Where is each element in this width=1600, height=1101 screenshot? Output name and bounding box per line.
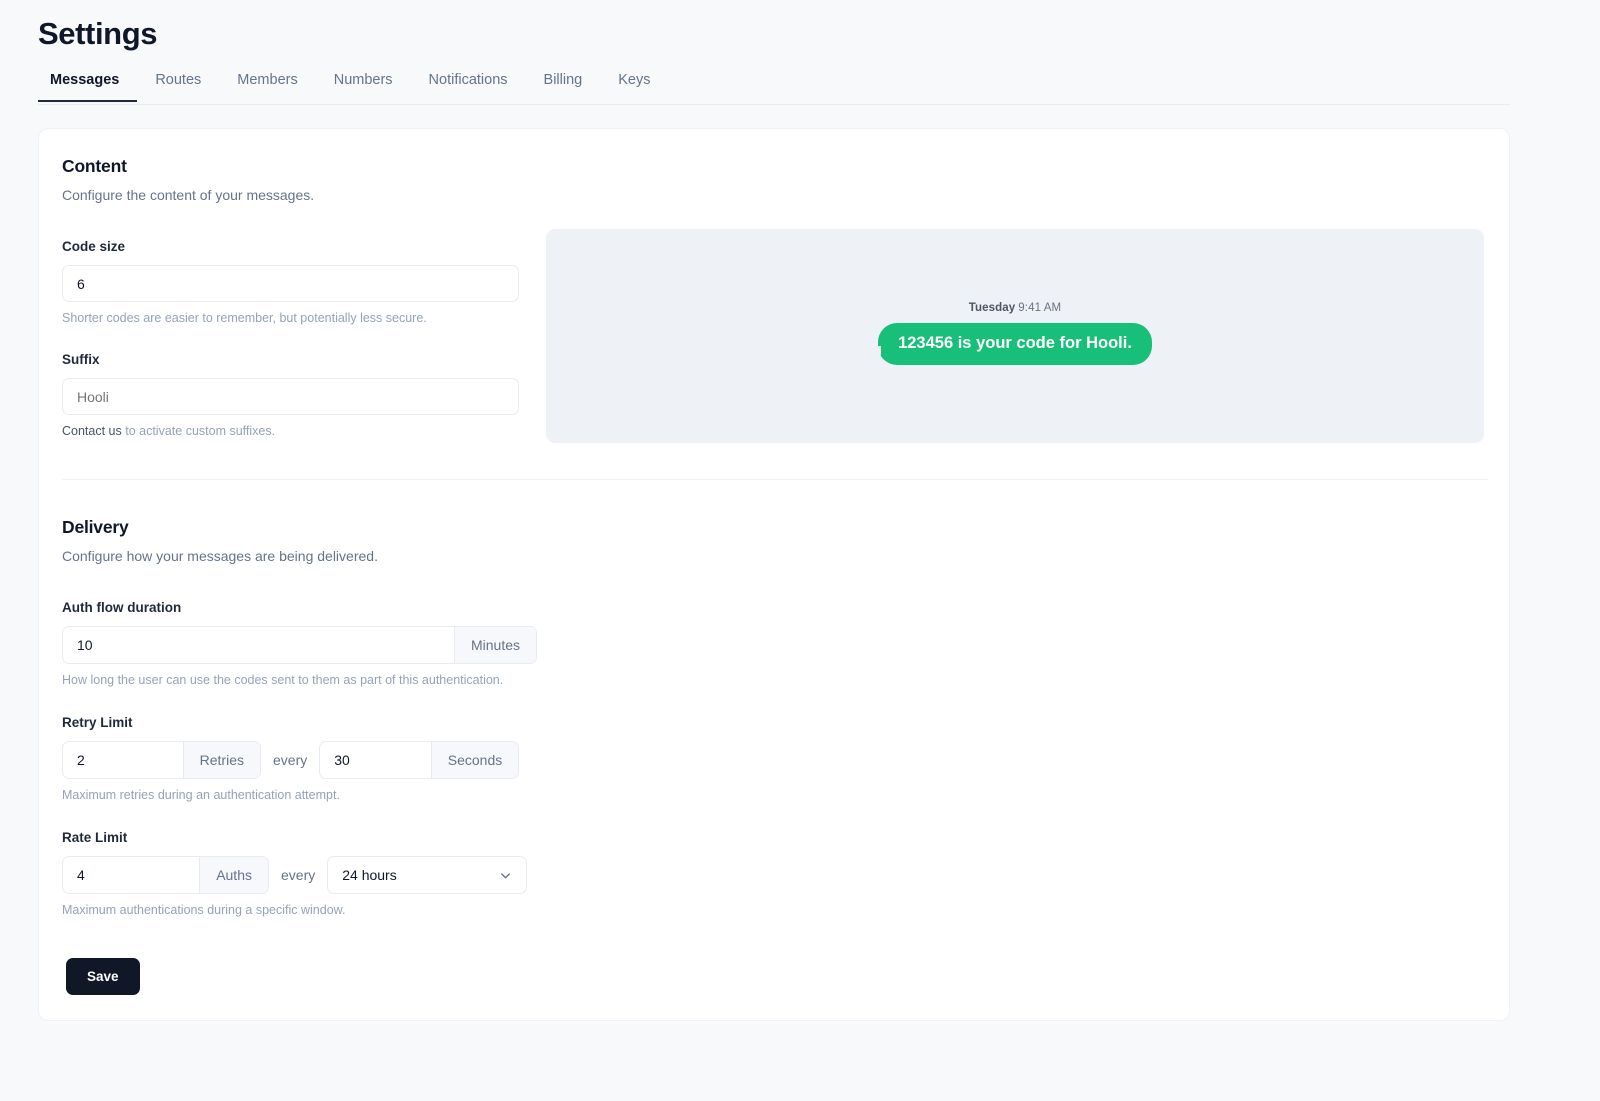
message-timestamp: Tuesday 9:41 AM xyxy=(969,302,1061,314)
message-bubble: 123456 is your code for Hooli. xyxy=(871,323,1152,365)
save-button[interactable]: Save xyxy=(66,958,140,995)
rate-limit-label: Rate Limit xyxy=(62,830,128,845)
rate-limit-field: Rate Limit Auths every 24 hours xyxy=(62,830,537,917)
settings-page: Settings Messages Routes Members Numbers… xyxy=(0,0,1600,1101)
contact-us-link[interactable]: Contact us xyxy=(62,424,122,438)
tab-routes[interactable]: Routes xyxy=(137,72,219,101)
retry-window-input[interactable] xyxy=(320,742,431,778)
code-size-help: Shorter codes are easier to remember, bu… xyxy=(62,311,427,325)
auth-flow-duration-help: How long the user can use the codes sent… xyxy=(62,673,504,687)
delivery-section-subtitle: Configure how your messages are being de… xyxy=(62,548,378,564)
retry-limit-separator: every xyxy=(273,752,308,768)
rate-limit-row: Auths every 24 hours xyxy=(62,856,537,894)
suffix-field: Suffix Contact us to activate custom suf… xyxy=(62,352,519,438)
retry-window-input-group: Seconds xyxy=(319,741,520,779)
auth-flow-duration-input-group: Minutes xyxy=(62,626,537,664)
tab-messages[interactable]: Messages xyxy=(38,72,138,102)
tab-notifications[interactable]: Notifications xyxy=(411,72,526,101)
retry-count-input-group: Retries xyxy=(62,741,261,779)
rate-limit-help: Maximum authentications during a specifi… xyxy=(62,903,346,917)
retry-limit-field: Retry Limit Retries every Seconds Maximu… xyxy=(62,715,537,802)
retry-count-unit: Retries xyxy=(182,742,260,778)
retry-count-input[interactable] xyxy=(63,742,183,778)
tab-numbers[interactable]: Numbers xyxy=(316,72,411,101)
retry-window-unit: Seconds xyxy=(430,742,519,778)
message-day: Tuesday xyxy=(968,302,1016,314)
auth-flow-duration-input[interactable] xyxy=(63,627,454,663)
suffix-help-rest: to activate custom suffixes. xyxy=(121,424,276,438)
retry-limit-row: Retries every Seconds xyxy=(62,741,537,779)
code-size-field: Code size Shorter codes are easier to re… xyxy=(62,239,519,325)
tab-members[interactable]: Members xyxy=(219,72,315,101)
section-divider xyxy=(62,479,1488,480)
auth-flow-duration-label: Auth flow duration xyxy=(62,600,182,615)
rate-limit-window-select[interactable]: 24 hours xyxy=(327,856,528,894)
rate-count-unit: Auths xyxy=(199,857,268,893)
content-section: Content Configure the content of your me… xyxy=(62,156,519,438)
chevron-down-icon xyxy=(498,868,513,883)
message-clock: 9:41 AM xyxy=(1018,302,1062,314)
content-section-subtitle: Configure the content of your messages. xyxy=(62,187,315,203)
settings-tabs: Messages Routes Members Numbers Notifica… xyxy=(38,72,1510,105)
settings-card: Content Configure the content of your me… xyxy=(38,128,1510,1021)
delivery-section-title: Delivery xyxy=(62,517,129,537)
code-size-label: Code size xyxy=(62,239,126,254)
delivery-section: Delivery Configure how your messages are… xyxy=(62,517,537,917)
suffix-label: Suffix xyxy=(62,352,100,367)
content-section-title: Content xyxy=(62,156,127,176)
message-preview-content: Tuesday 9:41 AM 123456 is your code for H… xyxy=(546,302,1484,365)
auth-flow-duration-unit: Minutes xyxy=(453,627,536,663)
rate-count-input-group: Auths xyxy=(62,856,269,894)
rate-limit-separator: every xyxy=(281,867,316,883)
retry-limit-label: Retry Limit xyxy=(62,715,133,730)
tab-billing[interactable]: Billing xyxy=(526,72,601,101)
auth-flow-duration-field: Auth flow duration Minutes How long the … xyxy=(62,600,537,687)
rate-count-input[interactable] xyxy=(63,857,200,893)
code-size-input[interactable] xyxy=(62,265,519,302)
retry-limit-help: Maximum retries during an authentication… xyxy=(62,788,340,802)
suffix-help: Contact us to activate custom suffixes. xyxy=(62,424,519,438)
tab-keys[interactable]: Keys xyxy=(600,72,668,101)
rate-limit-window-value: 24 hours xyxy=(342,867,397,883)
suffix-input[interactable] xyxy=(62,378,519,415)
page-title: Settings xyxy=(38,16,158,51)
message-preview-panel: Tuesday 9:41 AM 123456 is your code for H… xyxy=(546,229,1484,443)
